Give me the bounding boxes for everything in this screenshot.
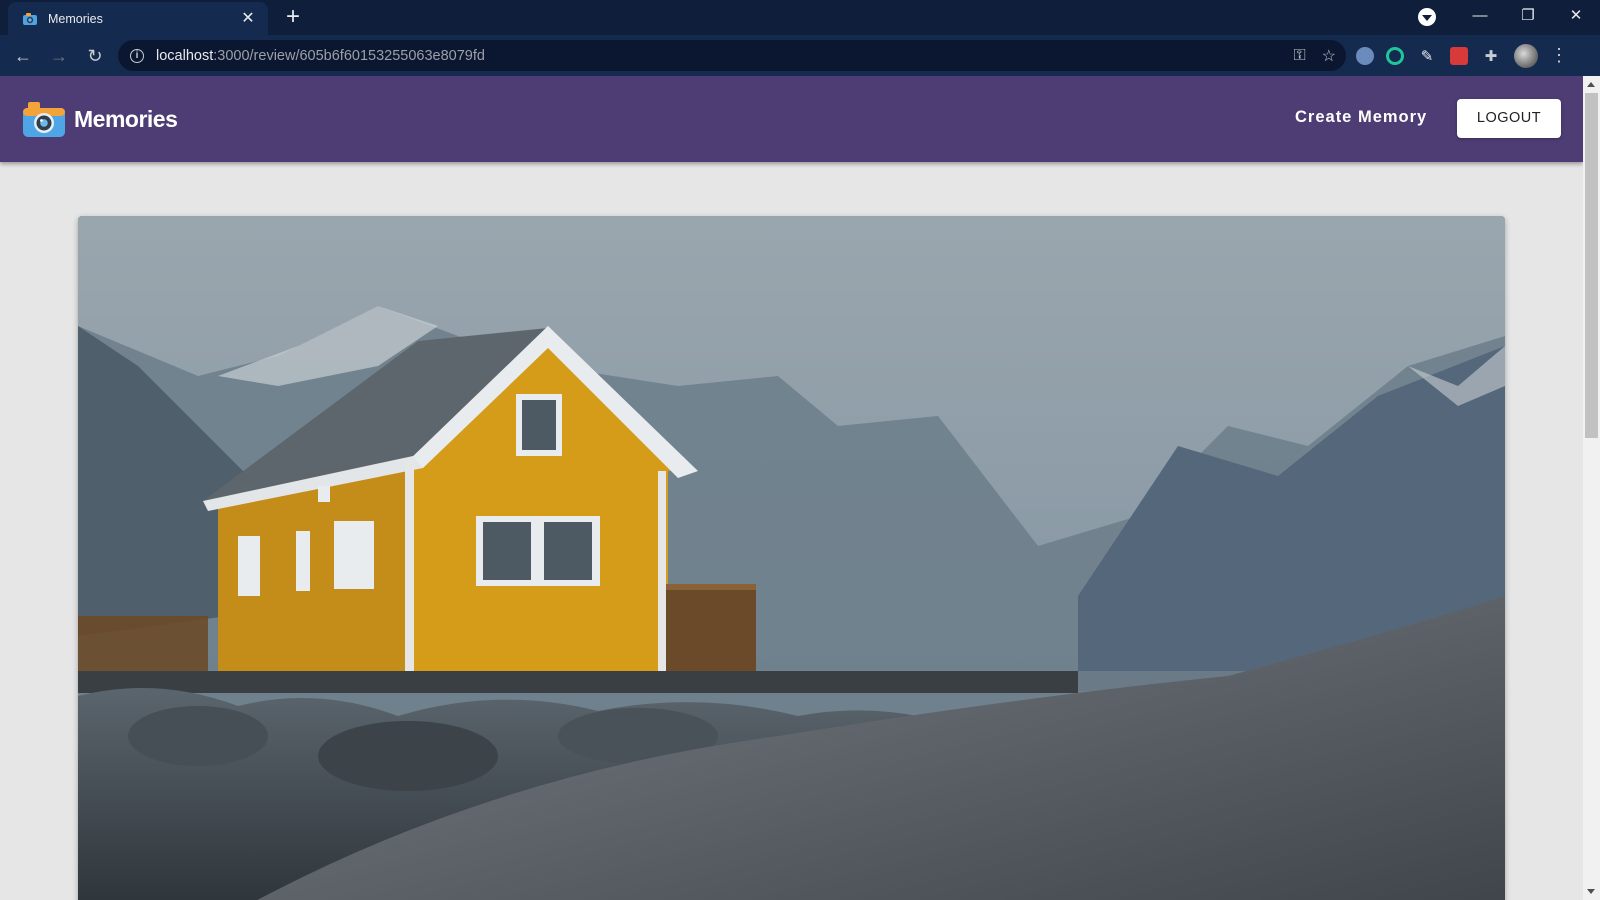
extension-pen-icon[interactable]: ✎ [1416,45,1438,67]
scroll-thumb[interactable] [1585,93,1598,438]
close-tab-icon[interactable]: ✕ [238,9,258,29]
bookmark-star-icon[interactable]: ☆ [1322,46,1336,66]
browser-toolbar: ← → ↻ i localhost :3000/review/605b6f601… [0,35,1600,76]
camera-logo-icon[interactable] [22,100,66,138]
memory-photo [78,216,1505,900]
page-scrollbar[interactable] [1583,76,1600,900]
restore-icon[interactable]: ❐ [1504,0,1552,35]
camera-favicon-icon [23,12,37,25]
scroll-down-icon[interactable] [1587,889,1595,894]
logout-button[interactable]: LOGOUT [1457,99,1561,138]
site-info-icon[interactable]: i [130,48,144,63]
memory-card [78,216,1505,900]
profile-avatar[interactable] [1514,43,1538,68]
tab-search-icon[interactable] [1418,8,1436,26]
key-icon[interactable]: ⚿ [1293,47,1305,65]
extension-owl-icon[interactable] [1356,46,1374,65]
extensions-puzzle-icon[interactable]: ✚ [1480,45,1502,67]
scroll-up-icon[interactable] [1587,82,1595,87]
browser-menu-icon[interactable]: ⋮ [1550,45,1568,66]
create-memory-link[interactable]: Create Memory [1295,108,1427,127]
brand-title[interactable]: Memories [74,106,178,133]
browser-tabstrip: Memories ✕ + — ❐ ✕ [0,0,1600,35]
forward-icon[interactable]: → [42,39,76,73]
url-host: localhost [156,47,214,64]
tab-title: Memories [48,11,103,26]
browser-tab[interactable]: Memories ✕ [8,2,268,35]
close-window-icon[interactable]: ✕ [1552,0,1600,35]
reload-icon[interactable]: ↻ [78,39,112,73]
url-path: :3000/review/605b6f60153255063e8079fd [213,47,485,64]
app-header: Memories Create Memory LOGOUT [0,76,1583,162]
extension-ring-icon[interactable] [1386,46,1404,65]
extension-red-icon[interactable] [1450,46,1468,65]
new-tab-icon[interactable]: + [280,5,306,31]
minimize-icon[interactable]: — [1456,0,1504,35]
page-viewport: Memories Create Memory LOGOUT [0,76,1583,900]
address-bar[interactable]: i localhost :3000/review/605b6f601532550… [118,40,1346,71]
back-icon[interactable]: ← [6,39,40,73]
